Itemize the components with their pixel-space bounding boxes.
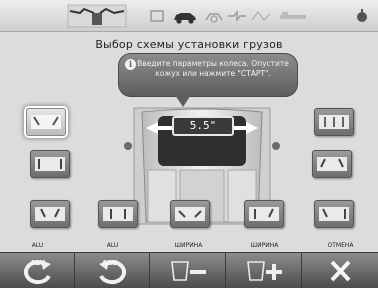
function-bar: ALU ALU (0, 252, 378, 288)
scheme-button-5[interactable] (170, 200, 210, 228)
function-key-labels: ALU ALU ШИРИНА ШИРИНА ОТМЕНА (0, 240, 378, 252)
connection-icon (226, 6, 248, 26)
label-width-minus: ШИРИНА (174, 242, 203, 249)
status-icons (150, 6, 340, 26)
scheme-button-3[interactable] (30, 200, 70, 228)
cancel-button[interactable] (303, 253, 378, 288)
label-alu-next: ALU (106, 242, 119, 249)
screen-icon (150, 6, 164, 26)
width-increase-icon (247, 261, 282, 281)
scheme-button-4[interactable] (98, 200, 138, 228)
tire-icon (204, 6, 224, 26)
scale-icon (278, 6, 308, 26)
width-readout: 5.5" (172, 116, 234, 136)
scheme-button-7[interactable] (314, 200, 354, 228)
width-decrease-icon (171, 261, 206, 281)
scheme-button-1[interactable] (26, 108, 66, 136)
balloon-message: Введите параметры колеса. Опустите кожух… (137, 59, 289, 78)
page-title: Выбор схемы установки грузов (95, 38, 283, 51)
close-icon (330, 260, 351, 282)
scheme-button-2[interactable] (30, 150, 70, 178)
balancer-logo-icon (67, 4, 127, 28)
width-minus-button[interactable] (151, 253, 226, 288)
car-icon (172, 6, 198, 26)
scheme-button-6[interactable] (244, 200, 284, 228)
label-alu-prev: ALU (31, 242, 44, 249)
alu-next-button[interactable]: ALU (75, 253, 150, 288)
label-width-plus: ШИРИНА (250, 242, 279, 249)
alu-prev-caption: ALU (30, 259, 46, 267)
sensor-icon (250, 6, 272, 26)
info-balloon: i Введите параметры колеса. Опустите кож… (118, 53, 298, 97)
alu-prev-button[interactable]: ALU (0, 253, 75, 288)
scheme-button-8[interactable] (312, 150, 352, 178)
info-icon: i (125, 59, 136, 70)
width-plus-button[interactable] (227, 253, 302, 288)
info-icon[interactable] (354, 8, 370, 24)
scheme-button-9[interactable] (314, 108, 354, 136)
alu-next-caption: ALU (102, 259, 118, 267)
top-status-bar (0, 0, 378, 32)
label-cancel: ОТМЕНА (327, 242, 354, 249)
